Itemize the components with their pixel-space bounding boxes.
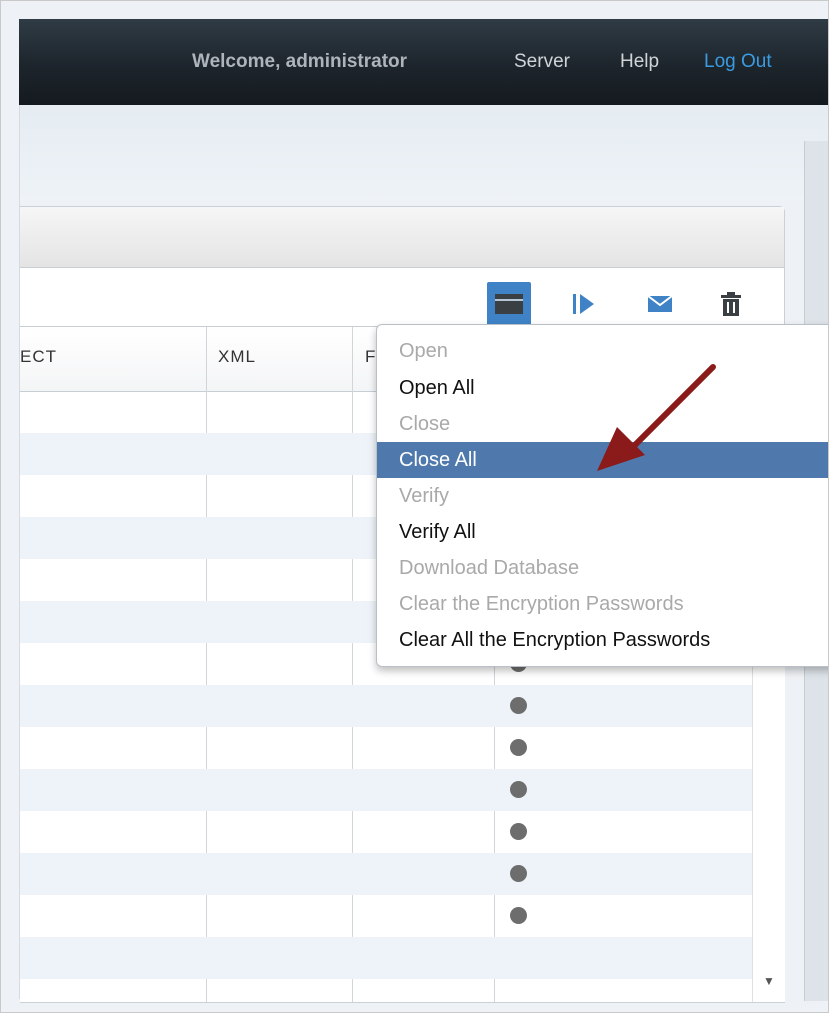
annotation-arrow-icon: [597, 364, 716, 471]
status-dot: [510, 781, 527, 798]
sub-header: [20, 105, 828, 201]
folder-icon: [495, 294, 523, 314]
mail-icon: [647, 295, 673, 312]
nav-logout-link[interactable]: Log Out: [704, 51, 772, 73]
column-header-xml[interactable]: XML: [218, 347, 256, 367]
nav-server-link[interactable]: Server: [514, 51, 570, 73]
menu-item-clear-all-encryption-passwords[interactable]: Clear All the Encryption Passwords: [377, 622, 828, 658]
nav-help-link[interactable]: Help: [620, 51, 659, 73]
mail-button[interactable]: [638, 282, 682, 326]
scroll-down-icon[interactable]: ▼: [763, 974, 775, 988]
status-dot: [510, 865, 527, 882]
welcome-text: Welcome, administrator: [192, 51, 408, 72]
column-header-object[interactable]: ECT: [20, 347, 57, 367]
menu-item-clear-encryption-passwords[interactable]: Clear the Encryption Passwords: [377, 586, 828, 622]
table-row[interactable]: [20, 811, 752, 853]
table-row[interactable]: [20, 769, 752, 811]
status-dot: [510, 697, 527, 714]
table-row[interactable]: [20, 895, 752, 937]
table-row[interactable]: [20, 727, 752, 769]
menu-item-verify-all[interactable]: Verify All: [377, 514, 828, 550]
run-button[interactable]: [562, 282, 606, 326]
status-dot: [510, 907, 527, 924]
menu-item-download-database[interactable]: Download Database: [377, 550, 828, 586]
panel-header: [20, 207, 784, 268]
trash-icon: [721, 292, 741, 316]
table-row[interactable]: [20, 853, 752, 895]
play-icon: [573, 294, 594, 314]
toolbar: [20, 268, 784, 326]
folder-button[interactable]: [487, 282, 531, 326]
table-row[interactable]: [20, 937, 752, 979]
app-window: Welcome, administrator Server Help Log O…: [0, 0, 829, 1013]
menu-item-verify[interactable]: Verify: [377, 478, 828, 514]
status-dot: [510, 739, 527, 756]
top-navigation-bar: Welcome, administrator Server Help Log O…: [19, 19, 828, 105]
column-header-f[interactable]: F: [365, 347, 376, 367]
table-row[interactable]: [20, 685, 752, 727]
status-dot: [510, 823, 527, 840]
delete-button[interactable]: [709, 282, 753, 326]
